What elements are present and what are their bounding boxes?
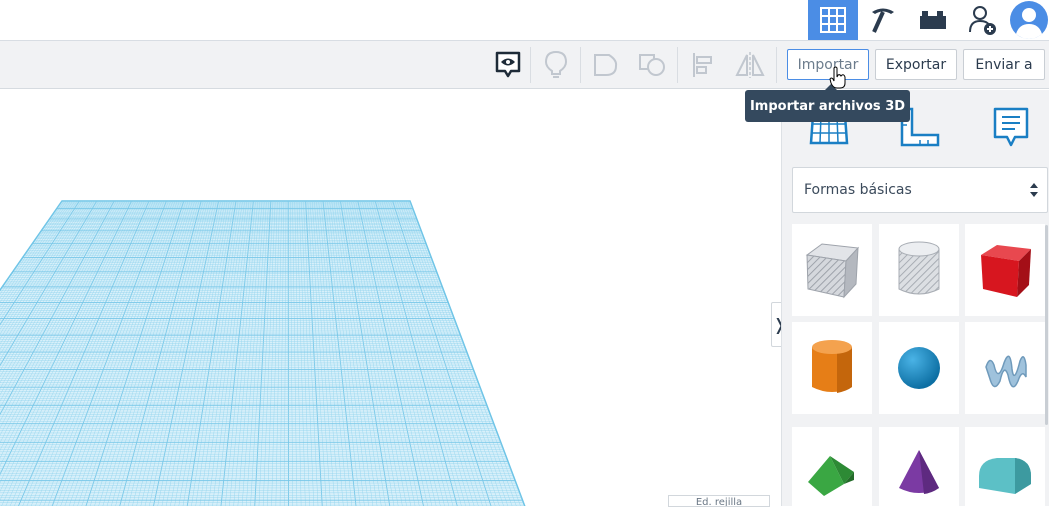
toolbar-separator [530, 47, 531, 83]
shape-cylinder[interactable] [792, 322, 872, 414]
pickaxe-icon [868, 5, 898, 35]
toolbar-separator [580, 47, 581, 83]
send-to-button[interactable]: Enviar a [963, 49, 1045, 80]
align-icon [690, 51, 716, 79]
build-button[interactable] [858, 0, 908, 40]
grid-view-button[interactable] [808, 0, 858, 40]
select-arrows-icon [1029, 181, 1039, 199]
shape-cone[interactable] [879, 427, 959, 519]
shape-scribble[interactable] [965, 322, 1045, 414]
group-button[interactable] [588, 47, 624, 83]
ungroup-icon [637, 52, 667, 78]
avatar-icon [1009, 0, 1049, 40]
mirror-icon [734, 51, 766, 79]
shape-category-label: Formas básicas [804, 182, 912, 198]
roof-icon [804, 448, 860, 498]
shape-round-roof[interactable] [965, 427, 1045, 519]
panel-scrollbar[interactable] [1045, 225, 1048, 425]
notes-visibility-button[interactable] [490, 47, 526, 83]
toolbar: Importar Exportar Enviar a [0, 41, 1049, 89]
shape-box-hole[interactable] [792, 224, 872, 316]
shape-roof[interactable] [792, 427, 872, 519]
edit-grid-button[interactable]: Ed. rejilla [668, 495, 770, 507]
sphere-icon [894, 343, 944, 393]
top-bar [0, 0, 1049, 41]
cone-icon [894, 448, 944, 498]
import-tooltip: Importar archivos 3D [745, 90, 910, 122]
add-user-button[interactable] [958, 0, 1008, 40]
shape-sphere[interactable] [879, 322, 959, 414]
cylinder-hole-icon [894, 239, 944, 301]
notes-icon [991, 105, 1031, 149]
comment-eye-icon [495, 51, 521, 79]
notes-button[interactable] [986, 102, 1036, 152]
box-icon [975, 239, 1035, 301]
shape-cylinder-hole[interactable] [879, 224, 959, 316]
profile-button[interactable] [1008, 0, 1049, 40]
workplane-area[interactable] [0, 90, 781, 506]
add-user-icon [968, 4, 998, 36]
brick-icon [918, 8, 948, 32]
mirror-button[interactable] [732, 47, 768, 83]
shapes-panel: Formas básicas [781, 90, 1049, 506]
export-button[interactable]: Exportar [875, 49, 957, 80]
scribble-icon [980, 343, 1030, 393]
workplane-grid[interactable] [0, 90, 781, 506]
ungroup-button[interactable] [634, 47, 670, 83]
group-icon [592, 52, 620, 78]
box-hole-icon [802, 239, 862, 301]
lightbulb-icon [544, 50, 568, 80]
cylinder-icon [807, 337, 857, 399]
lightbulb-button[interactable] [538, 47, 574, 83]
toolbar-separator [776, 47, 777, 83]
hand-cursor-icon [828, 66, 848, 90]
round-roof-icon [975, 448, 1035, 498]
shape-category-select[interactable]: Formas básicas [792, 167, 1048, 213]
align-button[interactable] [685, 47, 721, 83]
toolbar-separator [677, 47, 678, 83]
shape-box[interactable] [965, 224, 1045, 316]
bricks-button[interactable] [908, 0, 958, 40]
grid-icon [820, 7, 846, 33]
